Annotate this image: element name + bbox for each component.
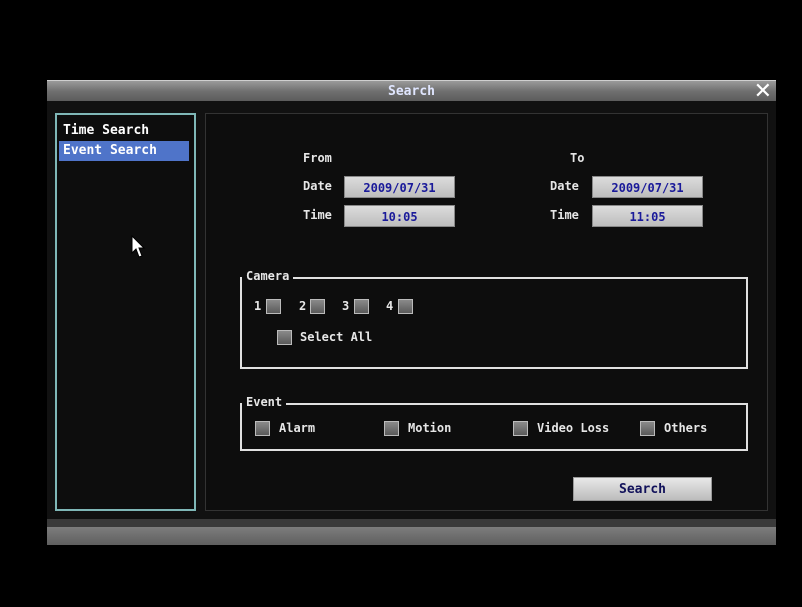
from-time-field[interactable]: 10:05 xyxy=(344,205,455,227)
event-motion-checkbox[interactable] xyxy=(384,421,399,436)
from-date-label: Date xyxy=(303,179,332,193)
event-video-loss-label: Video Loss xyxy=(537,421,610,435)
mouse-cursor-icon xyxy=(131,235,146,258)
to-date-label: Date xyxy=(550,179,579,193)
select-all-checkbox[interactable] xyxy=(277,330,292,345)
from-heading: From xyxy=(303,151,332,165)
search-criteria-panel: From Date 2009/07/31 Time 10:05 To Date … xyxy=(205,113,768,511)
camera-legend: Camera xyxy=(242,269,294,283)
window-titlebar: Search ✕ xyxy=(47,79,776,104)
select-all-label: Select All xyxy=(300,330,373,344)
window-bottombar xyxy=(47,519,776,545)
camera-4-checkbox[interactable] xyxy=(398,299,413,314)
camera-2-checkbox[interactable] xyxy=(310,299,325,314)
search-button[interactable]: Search xyxy=(573,477,712,501)
sidebar-item-event-search[interactable]: Event Search xyxy=(59,141,189,161)
camera-3-label: 3 xyxy=(342,299,350,313)
window-title: Search xyxy=(388,84,435,99)
to-date-field[interactable]: 2009/07/31 xyxy=(592,176,703,198)
from-time-label: Time xyxy=(303,208,332,222)
camera-3-checkbox[interactable] xyxy=(354,299,369,314)
event-motion-label: Motion xyxy=(408,421,452,435)
event-legend: Event xyxy=(242,395,287,409)
event-alarm-checkbox[interactable] xyxy=(255,421,270,436)
from-date-field[interactable]: 2009/07/31 xyxy=(344,176,455,198)
search-type-list: Time Search Event Search xyxy=(55,113,196,511)
to-time-label: Time xyxy=(550,208,579,222)
event-group: Event Alarm Motion Video Loss Others xyxy=(240,395,748,451)
to-time-field[interactable]: 11:05 xyxy=(592,205,703,227)
event-video-loss-checkbox[interactable] xyxy=(513,421,528,436)
event-others-label: Others xyxy=(664,421,708,435)
event-others-checkbox[interactable] xyxy=(640,421,655,436)
camera-1-label: 1 xyxy=(254,299,262,313)
dialog-body: Time Search Event Search From Date 2009/… xyxy=(47,101,776,519)
event-alarm-label: Alarm xyxy=(279,421,316,435)
to-heading: To xyxy=(570,151,585,165)
camera-2-label: 2 xyxy=(299,299,307,313)
camera-4-label: 4 xyxy=(386,299,394,313)
sidebar-item-time-search[interactable]: Time Search xyxy=(57,121,194,141)
camera-1-checkbox[interactable] xyxy=(266,299,281,314)
camera-group: Camera 1 2 3 4 Select All xyxy=(240,269,748,369)
